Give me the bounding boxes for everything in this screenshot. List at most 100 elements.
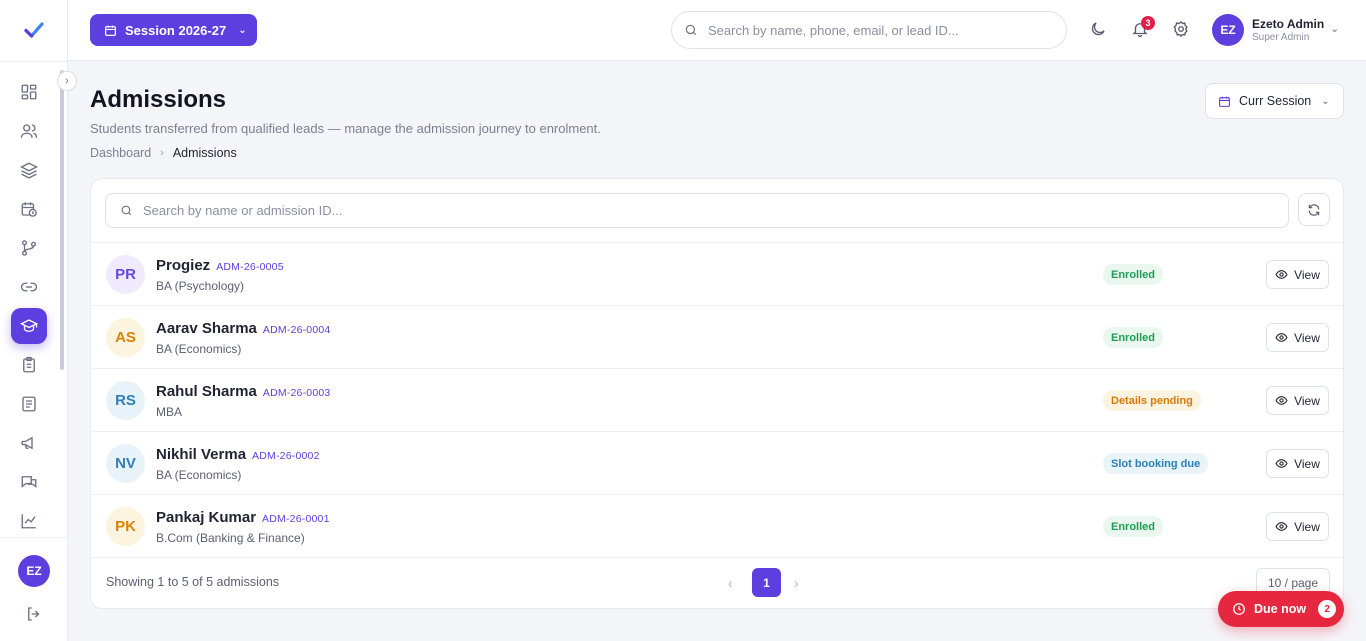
student-name[interactable]: Rahul Sharma ADM-26-0003: [156, 383, 330, 400]
sidebar-item-reports[interactable]: [11, 503, 47, 539]
search-icon: [121, 205, 132, 216]
student-course: BA (Economics): [156, 468, 242, 482]
view-button[interactable]: View: [1266, 260, 1329, 289]
student-avatar: RS: [106, 381, 145, 420]
eye-icon: [1275, 522, 1288, 531]
refresh-button[interactable]: [1298, 193, 1330, 226]
logout-icon[interactable]: [25, 605, 43, 623]
chevron-down-icon: ⌄: [238, 24, 247, 36]
admission-id: ADM-26-0001: [262, 513, 330, 525]
eye-icon: [1275, 270, 1288, 279]
view-label: View: [1294, 330, 1320, 345]
logo-check-icon[interactable]: [22, 18, 46, 42]
view-button[interactable]: View: [1266, 386, 1329, 415]
global-search-input[interactable]: Search by name, phone, email, or lead ID…: [671, 11, 1067, 49]
admissions-list: PR Progiez ADM-26-0005 BA (Psychology) En…: [91, 242, 1343, 558]
student-course: MBA: [156, 405, 183, 419]
sidebar: › EZ: [0, 0, 77, 641]
refresh-icon: [1308, 203, 1320, 216]
sidebar-item-admissions[interactable]: [11, 308, 47, 344]
view-label: View: [1294, 519, 1320, 534]
sidebar-item-links[interactable]: [11, 269, 47, 305]
student-name[interactable]: Nikhil Verma ADM-26-0002: [156, 446, 320, 463]
view-button[interactable]: View: [1266, 449, 1329, 478]
user-avatar[interactable]: EZ: [1212, 14, 1244, 46]
due-now-label: Due now: [1254, 602, 1307, 616]
view-label: View: [1294, 393, 1320, 408]
sidebar-collapse-button[interactable]: ›: [57, 71, 77, 91]
admissions-card: Search by name or admission ID... PR Pro…: [90, 178, 1344, 609]
student-avatar: AS: [106, 318, 145, 357]
sidebar-item-layers[interactable]: [11, 152, 47, 188]
moon-icon: [1091, 22, 1105, 36]
view-label: View: [1294, 456, 1320, 471]
sidebar-item-dashboard[interactable]: [11, 74, 47, 110]
sidebar-avatar[interactable]: EZ: [18, 555, 50, 587]
chevron-down-icon: ⌄: [1321, 95, 1330, 107]
sidebar-item-users[interactable]: [11, 113, 47, 149]
view-button[interactable]: View: [1266, 323, 1329, 352]
session-label: Session 2026-27: [125, 22, 227, 38]
gear-icon: [1173, 20, 1188, 38]
list-item[interactable]: PK Pankaj Kumar ADM-26-0001 B.Com (Bankin…: [91, 495, 1343, 558]
user-name[interactable]: Ezeto Admin: [1252, 17, 1324, 31]
status-badge: Details pending: [1103, 390, 1201, 411]
sidebar-item-tasks[interactable]: [11, 347, 47, 383]
student-course: B.Com (Banking & Finance): [156, 531, 305, 545]
sidebar-item-schedule[interactable]: [11, 191, 47, 227]
graduation-cap-icon: [20, 319, 38, 332]
student-name[interactable]: Pankaj Kumar ADM-26-0001: [156, 509, 330, 526]
student-name[interactable]: Progiez ADM-26-0005: [156, 257, 284, 274]
calendar-icon: [1219, 96, 1230, 107]
sidebar-bottom-divider: [0, 537, 68, 538]
view-label: View: [1294, 267, 1320, 282]
session-selector-button[interactable]: Session 2026-27 ⌄: [90, 14, 257, 46]
student-avatar: PK: [106, 507, 145, 546]
view-button[interactable]: View: [1266, 512, 1329, 541]
breadcrumb-chevron-icon: ›: [160, 147, 164, 159]
sidebar-item-pipeline[interactable]: [11, 230, 47, 266]
eye-icon: [1275, 396, 1288, 405]
admission-id: ADM-26-0005: [216, 261, 284, 273]
student-course: BA (Psychology): [156, 279, 245, 293]
calendar-clock-icon: [21, 202, 37, 217]
layers-icon: [20, 162, 38, 179]
document-icon: [22, 396, 36, 412]
admission-search-placeholder: Search by name or admission ID...: [143, 203, 343, 218]
pagination-next-icon[interactable]: ›: [794, 575, 799, 591]
global-search-placeholder: Search by name, phone, email, or lead ID…: [708, 22, 959, 38]
list-item[interactable]: PR Progiez ADM-26-0005 BA (Psychology) En…: [91, 243, 1343, 306]
sidebar-item-messages[interactable]: [11, 464, 47, 500]
list-item[interactable]: AS Aarav Sharma ADM-26-0004 BA (Economics…: [91, 306, 1343, 369]
sidebar-item-documents[interactable]: [11, 386, 47, 422]
list-item[interactable]: NV Nikhil Verma ADM-26-0002 BA (Economics…: [91, 432, 1343, 495]
breadcrumb-dashboard-link[interactable]: Dashboard: [90, 146, 151, 160]
notifications-badge: 3: [1141, 16, 1155, 30]
notifications-button[interactable]: 3: [1131, 16, 1155, 40]
pagination-page-button[interactable]: 1: [752, 568, 781, 597]
settings-button[interactable]: [1172, 20, 1192, 40]
sidebar-item-campaigns[interactable]: [11, 425, 47, 461]
megaphone-icon: [21, 436, 33, 450]
clock-icon: [1233, 603, 1245, 615]
admission-id: ADM-26-0004: [262, 324, 331, 336]
pagination-prev-icon[interactable]: ‹: [728, 575, 733, 591]
page-subtitle: Students transferred from qualified lead…: [90, 121, 601, 136]
admission-search-input[interactable]: Search by name or admission ID...: [105, 193, 1289, 228]
eye-icon: [1275, 333, 1288, 342]
student-avatar: PR: [106, 255, 145, 294]
breadcrumb-current: Admissions: [172, 146, 237, 160]
users-icon: [20, 124, 38, 138]
search-icon: [685, 24, 697, 36]
sidebar-scrollbar[interactable]: [60, 66, 65, 536]
student-name[interactable]: Aarav Sharma ADM-26-0004: [156, 320, 330, 337]
session-filter-dropdown[interactable]: Curr Session ⌄: [1205, 83, 1344, 119]
clipboard-icon: [23, 356, 35, 373]
user-menu-chevron-icon[interactable]: ⌄: [1330, 22, 1339, 35]
sidebar-divider: [0, 61, 68, 62]
admission-id: ADM-26-0002: [252, 450, 320, 462]
list-item[interactable]: RS Rahul Sharma ADM-26-0003 MBA Details p…: [91, 369, 1343, 432]
git-branch-icon: [21, 240, 37, 256]
due-now-button[interactable]: Due now 2: [1218, 591, 1344, 627]
theme-toggle-button[interactable]: [1089, 20, 1109, 40]
